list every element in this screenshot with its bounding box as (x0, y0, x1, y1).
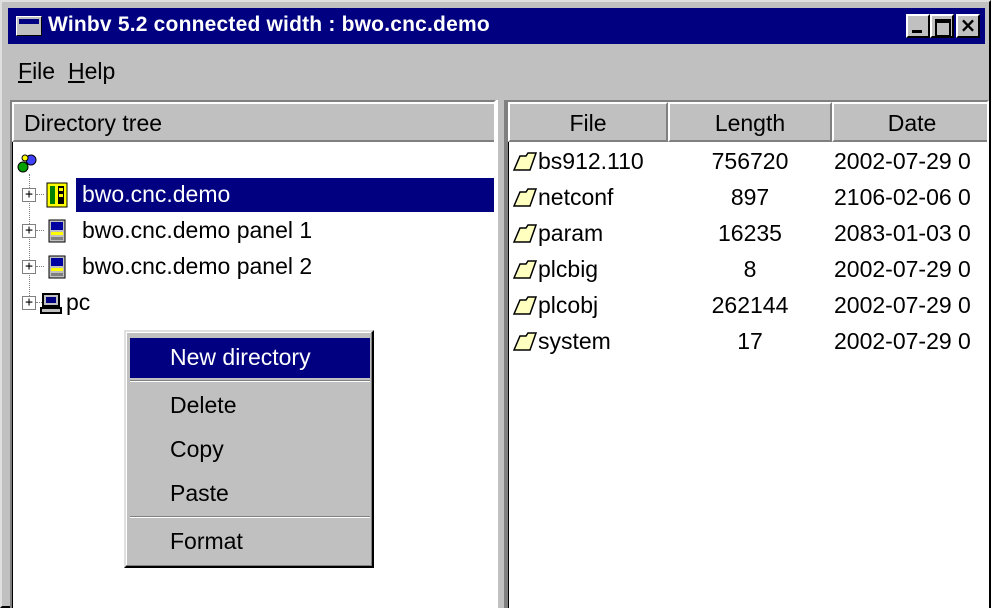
panel-icon (48, 219, 66, 243)
file-date: 2002-07-29 0 (834, 328, 971, 354)
file-row[interactable]: param 16235 2083-01-03 0 (508, 216, 987, 252)
file-length: 17 (737, 328, 763, 354)
context-menu: New directory Delete Copy Paste Format (124, 330, 374, 568)
directory-tree-header: Directory tree (12, 102, 494, 142)
tree-item-label: bwo.cnc.demo (76, 178, 494, 212)
expand-toggle[interactable]: + (22, 260, 36, 274)
file-row[interactable]: system 17 2002-07-29 0 (508, 324, 987, 360)
pane-splitter[interactable] (496, 100, 506, 608)
column-header-file[interactable]: File (508, 102, 668, 142)
tree-item-label: bwo.cnc.demo panel 2 (82, 253, 313, 279)
tree-item-panel-1[interactable]: + bwo.cnc.demo panel 1 (12, 214, 494, 248)
ctx-paste[interactable]: Paste (130, 474, 370, 514)
file-row[interactable]: netconf 897 2106-02-06 0 (508, 180, 987, 216)
file-name: plcbig (538, 256, 599, 282)
expand-toggle[interactable]: + (22, 224, 36, 238)
folder-icon (512, 152, 538, 171)
file-length: 8 (743, 256, 757, 282)
file-name: param (538, 220, 604, 246)
menu-bar: File Help (8, 46, 985, 90)
folder-icon (512, 224, 538, 243)
file-length: 897 (730, 184, 770, 210)
expand-toggle[interactable]: + (22, 188, 36, 202)
file-list-pane[interactable]: File Length Date bs912.110 756720 2002-0… (506, 100, 989, 608)
folder-icon (512, 332, 538, 351)
file-length: 756720 (711, 148, 789, 174)
panel-icon (48, 255, 66, 279)
menu-separator (130, 516, 370, 518)
ctx-new-directory[interactable]: New directory (130, 338, 370, 378)
file-row[interactable]: plcobj 262144 2002-07-29 0 (508, 288, 987, 324)
folder-icon (512, 188, 538, 207)
ctx-copy[interactable]: Copy (130, 430, 370, 470)
title-bar[interactable]: Winbv 5.2 connected width : bwo.cnc.demo… (8, 8, 985, 44)
file-date: 2002-07-29 0 (834, 148, 971, 174)
window-title: Winbv 5.2 connected width : bwo.cnc.demo (48, 13, 490, 36)
network-icon[interactable] (16, 152, 38, 174)
file-length: 262144 (711, 292, 789, 318)
column-header-length[interactable]: Length (668, 102, 832, 142)
file-date: 2083-01-03 0 (834, 220, 971, 246)
minimize-button[interactable] (906, 14, 930, 38)
tree-connector (36, 266, 44, 267)
file-name: plcobj (538, 292, 599, 318)
menu-separator (130, 380, 370, 382)
expand-toggle[interactable]: + (22, 296, 36, 310)
close-button[interactable]: × (956, 14, 980, 38)
file-length: 16235 (718, 220, 782, 246)
menu-file[interactable]: File (18, 58, 55, 85)
menu-help-mnemonic: H (68, 58, 85, 84)
tree-connector (36, 194, 44, 195)
window-icon[interactable] (16, 16, 42, 36)
menu-file-mnemonic: F (18, 58, 33, 84)
app-window: Winbv 5.2 connected width : bwo.cnc.demo… (0, 0, 991, 608)
file-date: 2002-07-29 0 (834, 292, 971, 318)
file-date: 2002-07-29 0 (834, 256, 971, 282)
file-row[interactable]: bs912.110 756720 2002-07-29 0 (508, 144, 987, 180)
tree-item-pc[interactable]: + pc (12, 286, 494, 320)
menu-file-label: ile (32, 58, 56, 84)
file-row[interactable]: plcbig 8 2002-07-29 0 (508, 252, 987, 288)
tree-item-bwo-cnc-demo[interactable]: + bwo.cnc.demo (12, 178, 494, 212)
folder-icon (512, 260, 538, 279)
tree-item-panel-2[interactable]: + bwo.cnc.demo panel 2 (12, 250, 494, 284)
file-name: netconf (538, 184, 614, 210)
menu-help-label: elp (84, 58, 116, 84)
file-name: system (538, 328, 611, 354)
ctx-format[interactable]: Format (130, 522, 370, 562)
menu-help[interactable]: Help (68, 58, 115, 85)
cnc-controller-icon (46, 182, 68, 208)
folder-icon (512, 296, 538, 315)
column-header-date[interactable]: Date (832, 102, 987, 142)
tree-item-label: bwo.cnc.demo panel 1 (82, 217, 313, 243)
tree-connector (36, 230, 44, 231)
computer-icon (40, 293, 62, 314)
file-date: 2106-02-06 0 (834, 184, 971, 210)
tree-item-label: pc (66, 289, 91, 315)
maximize-button[interactable] (930, 14, 954, 38)
ctx-delete[interactable]: Delete (130, 386, 370, 426)
file-name: bs912.110 (538, 148, 644, 174)
